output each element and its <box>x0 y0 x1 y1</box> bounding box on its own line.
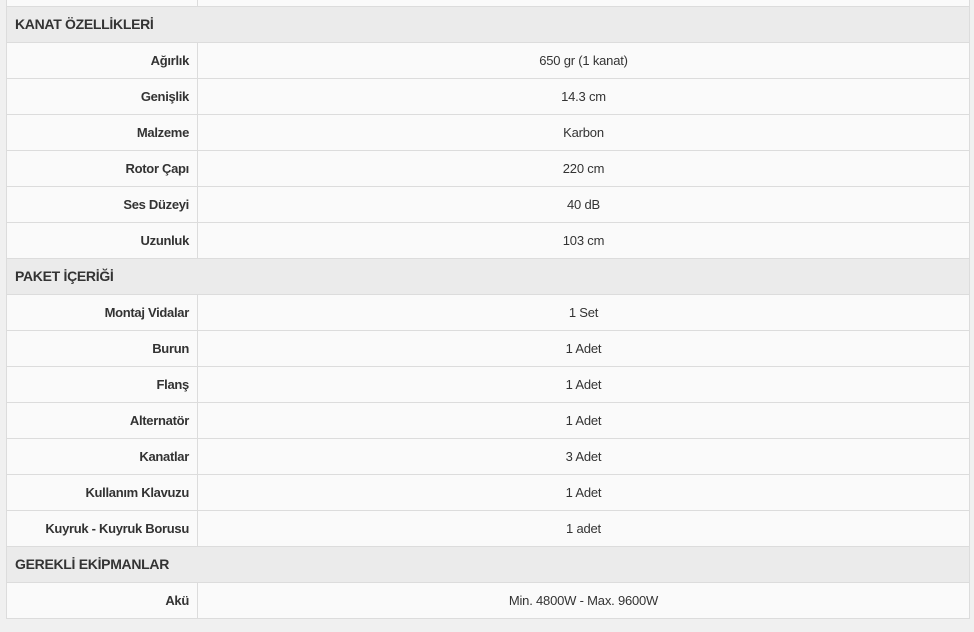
section-header-gerekli: GEREKLİ EKİPMANLAR <box>7 547 969 583</box>
row-value: 1 adet <box>566 521 601 536</box>
row-value: 103 cm <box>562 233 605 248</box>
table-row: Alternatör 1 Adet <box>7 403 969 439</box>
row-value: 1 Adet <box>565 341 602 356</box>
row-label: Burun <box>7 331 198 366</box>
row-value: 650 gr (1 kanat) <box>539 53 628 68</box>
row-label: Kuyruk - Kuyruk Borusu <box>7 511 198 546</box>
row-value: 1 Set <box>568 305 599 320</box>
row-value: 3 Adet <box>565 449 602 464</box>
table-row: Kanatlar 3 Adet <box>7 439 969 475</box>
row-value: 14.3 cm <box>561 89 606 104</box>
row-value: Karbon <box>563 125 604 140</box>
table-row: Kullanım Klavuzu 1 Adet <box>7 475 969 511</box>
row-label: Ağırlık <box>7 43 198 78</box>
section-header-kanat: KANAT ÖZELLİKLERİ <box>7 7 969 43</box>
row-value: 40 dB <box>567 197 600 212</box>
table-row: Rotor Çapı 220 cm <box>7 151 969 187</box>
row-label: Kanatlar <box>7 439 198 474</box>
row-label: Genişlik <box>7 79 198 114</box>
row-value: 1 Adet <box>565 485 602 500</box>
table-row: Kuyruk - Kuyruk Borusu 1 adet <box>7 511 969 547</box>
table-row: Malzeme Karbon <box>7 115 969 151</box>
table-row: Ses Düzeyi 40 dB <box>7 187 969 223</box>
table-row: Ağırlık 650 gr (1 kanat) <box>7 43 969 79</box>
row-label: Alternatör <box>7 403 198 438</box>
row-label: Montaj Vidalar <box>7 295 198 330</box>
row-label: Uzunluk <box>7 223 198 258</box>
table-top-edge <box>7 0 969 7</box>
row-label: Akü <box>7 583 198 618</box>
row-value: 220 cm <box>562 161 605 176</box>
row-label: Flanş <box>7 367 198 402</box>
spec-table: KANAT ÖZELLİKLERİ Ağırlık 650 gr (1 kana… <box>6 0 970 619</box>
table-row: Burun 1 Adet <box>7 331 969 367</box>
table-row: Montaj Vidalar 1 Set <box>7 295 969 331</box>
table-row: Genişlik 14.3 cm <box>7 79 969 115</box>
table-row: Uzunluk 103 cm <box>7 223 969 259</box>
row-value: 1 Adet <box>565 413 602 428</box>
row-label: Kullanım Klavuzu <box>7 475 198 510</box>
row-value: Min. 4800W - Max. 9600W <box>508 593 659 608</box>
row-label: Rotor Çapı <box>7 151 198 186</box>
row-value: 1 Adet <box>565 377 602 392</box>
row-label: Ses Düzeyi <box>7 187 198 222</box>
row-label: Malzeme <box>7 115 198 150</box>
section-header-paket: PAKET İÇERİĞİ <box>7 259 969 295</box>
table-row: Akü Min. 4800W - Max. 9600W <box>7 583 969 619</box>
table-row: Flanş 1 Adet <box>7 367 969 403</box>
